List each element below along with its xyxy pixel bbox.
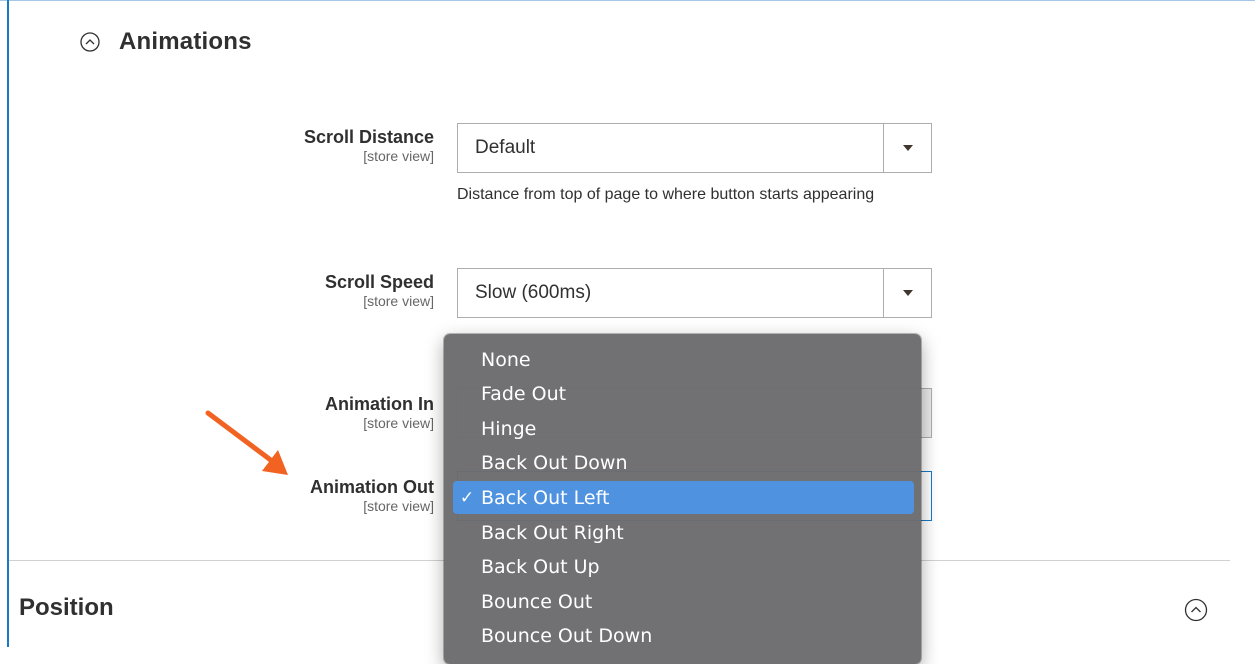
dropdown-option[interactable]: Back Out Down xyxy=(453,447,914,480)
dropdown-option[interactable]: Hinge xyxy=(453,412,914,445)
top-border xyxy=(0,0,1255,1)
animation-out-label: Animation Out xyxy=(310,477,434,497)
dropdown-option[interactable]: ✓ Back Out Left xyxy=(453,481,914,515)
animations-section-title: Animations xyxy=(119,28,252,55)
dropdown-option[interactable]: Fade Out xyxy=(453,378,914,411)
dropdown-option-label: Fade Out xyxy=(481,383,567,406)
dropdown-option-label: Bounce Out Down xyxy=(481,625,653,648)
scroll-distance-label: Scroll Distance xyxy=(303,127,434,147)
scroll-speed-select[interactable]: Slow (600ms) xyxy=(457,268,932,318)
animation-in-scope: [store view] xyxy=(363,415,434,431)
scroll-speed-value: Slow (600ms) xyxy=(475,282,592,303)
dropdown-option-label: Hinge xyxy=(481,417,537,440)
animation-out-dropdown-menu[interactable]: None Fade Out Hinge Back Out Down ✓ Back Out … xyxy=(444,334,921,664)
dropdown-option[interactable]: Bounce Out xyxy=(453,585,914,618)
section-left-border xyxy=(7,0,9,647)
dropdown-option-label: Back Out Up xyxy=(481,556,600,579)
scroll-speed-scope: [store view] xyxy=(363,293,434,309)
scroll-speed-label: Scroll Speed xyxy=(324,272,434,292)
dropdown-option[interactable]: None xyxy=(453,343,914,376)
scroll-speed-label-group: Scroll Speed [store view] xyxy=(325,271,434,309)
dropdown-option[interactable]: Back Out Up xyxy=(453,551,914,584)
animation-in-label-group: Animation In [store view] xyxy=(325,393,434,431)
dropdown-option-label: Back Out Down xyxy=(481,452,628,475)
scroll-distance-note: Distance from top of page to where butto… xyxy=(457,186,875,203)
chevron-up-circle-icon xyxy=(80,32,100,52)
dropdown-option[interactable]: Back Out Right xyxy=(453,516,914,549)
arrow-annotation-icon xyxy=(205,410,288,475)
checkmark-icon: ✓ xyxy=(459,487,475,508)
dropdown-option-label: Back Out Right xyxy=(481,521,624,544)
scroll-distance-value: Default xyxy=(475,137,536,158)
animation-out-scope: [store view] xyxy=(363,498,434,514)
dropdown-option-label: None xyxy=(481,348,531,371)
animation-out-label-group: Animation Out [store view] xyxy=(310,476,434,514)
animations-section-header[interactable]: Animations xyxy=(80,28,252,56)
select-arrow[interactable] xyxy=(883,124,931,172)
triangle-down-icon xyxy=(902,290,913,296)
scroll-distance-label-group: Scroll Distance [store view] xyxy=(304,126,434,164)
dropdown-option[interactable]: Bounce Out Down xyxy=(453,620,914,653)
position-section-title[interactable]: Position xyxy=(19,594,114,622)
scroll-distance-scope: [store view] xyxy=(363,148,434,164)
dropdown-option-label: Back Out Left xyxy=(481,486,610,509)
chevron-up-circle-icon[interactable] xyxy=(1184,598,1208,622)
animation-in-label: Animation In xyxy=(325,394,434,414)
scroll-distance-select[interactable]: Default xyxy=(457,123,932,173)
triangle-down-icon xyxy=(902,145,913,151)
dropdown-option-label: Bounce Out xyxy=(481,590,593,613)
select-arrow[interactable] xyxy=(883,269,931,317)
